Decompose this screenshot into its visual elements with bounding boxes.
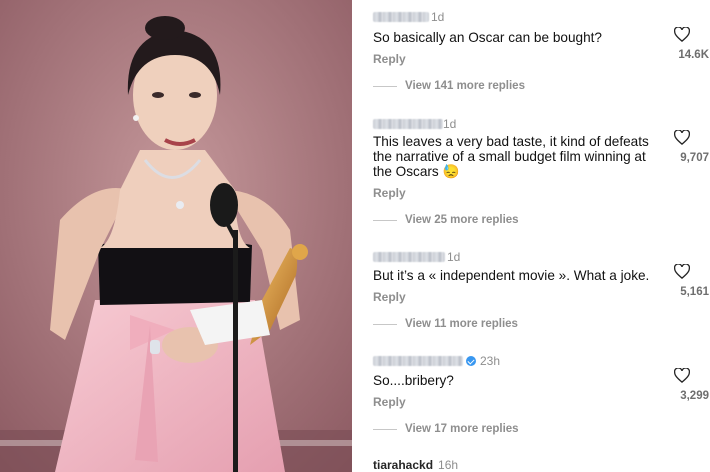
comment-time: 1d [443,117,457,131]
comment-time: 1d [447,250,461,264]
heart-icon [674,129,690,145]
divider-line [373,219,397,221]
divider-line [373,428,397,430]
comment-text: So....bribery? [373,373,454,388]
comment-meta: 23h [373,354,500,368]
reply-button[interactable]: Reply [373,290,406,304]
divider-line [373,323,397,325]
heart-icon [674,26,690,42]
like-count: 3,299 [680,390,709,402]
comment-meta: 1d [373,250,460,264]
view-replies-label: View 141 more replies [405,80,525,92]
comment-time: 1d [431,10,445,24]
reply-button[interactable]: Reply [373,52,406,66]
like-count: 9,707 [680,152,709,164]
redacted-username[interactable] [373,119,443,129]
comments-panel: 1d So basically an Oscar can be bought? … [352,0,710,472]
divider-line [373,85,397,87]
comment-time: 23h [480,354,501,368]
redacted-username[interactable] [373,252,445,262]
comment-meta: 1d [373,117,456,131]
redacted-username[interactable] [373,12,429,22]
view-replies-label: View 25 more replies [405,214,519,226]
comment-text: But it’s a « independent movie ». What a… [373,268,650,283]
view-replies-3[interactable]: View 11 more replies [373,318,518,330]
like-button[interactable] [673,26,691,42]
view-replies-label: View 17 more replies [405,423,519,435]
comment-5-meta: tiarahackd 16h [373,458,458,472]
comment-meta: 1d [373,10,444,24]
view-replies-label: View 11 more replies [405,318,518,330]
verified-badge-icon [466,356,476,366]
like-count: 5,161 [680,286,709,298]
reply-button[interactable]: Reply [373,395,406,409]
like-count: 14.6K [678,49,709,61]
award-photo [0,0,352,472]
heart-icon [674,263,690,279]
heart-icon [674,367,690,383]
comment-username[interactable]: tiarahackd [373,458,433,472]
reply-button[interactable]: Reply [373,186,406,200]
view-replies-4[interactable]: View 17 more replies [373,423,519,435]
view-replies-2[interactable]: View 25 more replies [373,214,519,226]
like-button[interactable] [673,129,691,145]
like-button[interactable] [673,367,691,383]
comment-text: So basically an Oscar can be bought? [373,30,602,45]
view-replies-1[interactable]: View 141 more replies [373,80,525,92]
like-button[interactable] [673,263,691,279]
comment-text: This leaves a very bad taste, it kind of… [373,134,649,179]
comment-time: 16h [438,458,459,472]
redacted-username[interactable] [373,356,463,366]
photo-illustration [0,0,352,472]
